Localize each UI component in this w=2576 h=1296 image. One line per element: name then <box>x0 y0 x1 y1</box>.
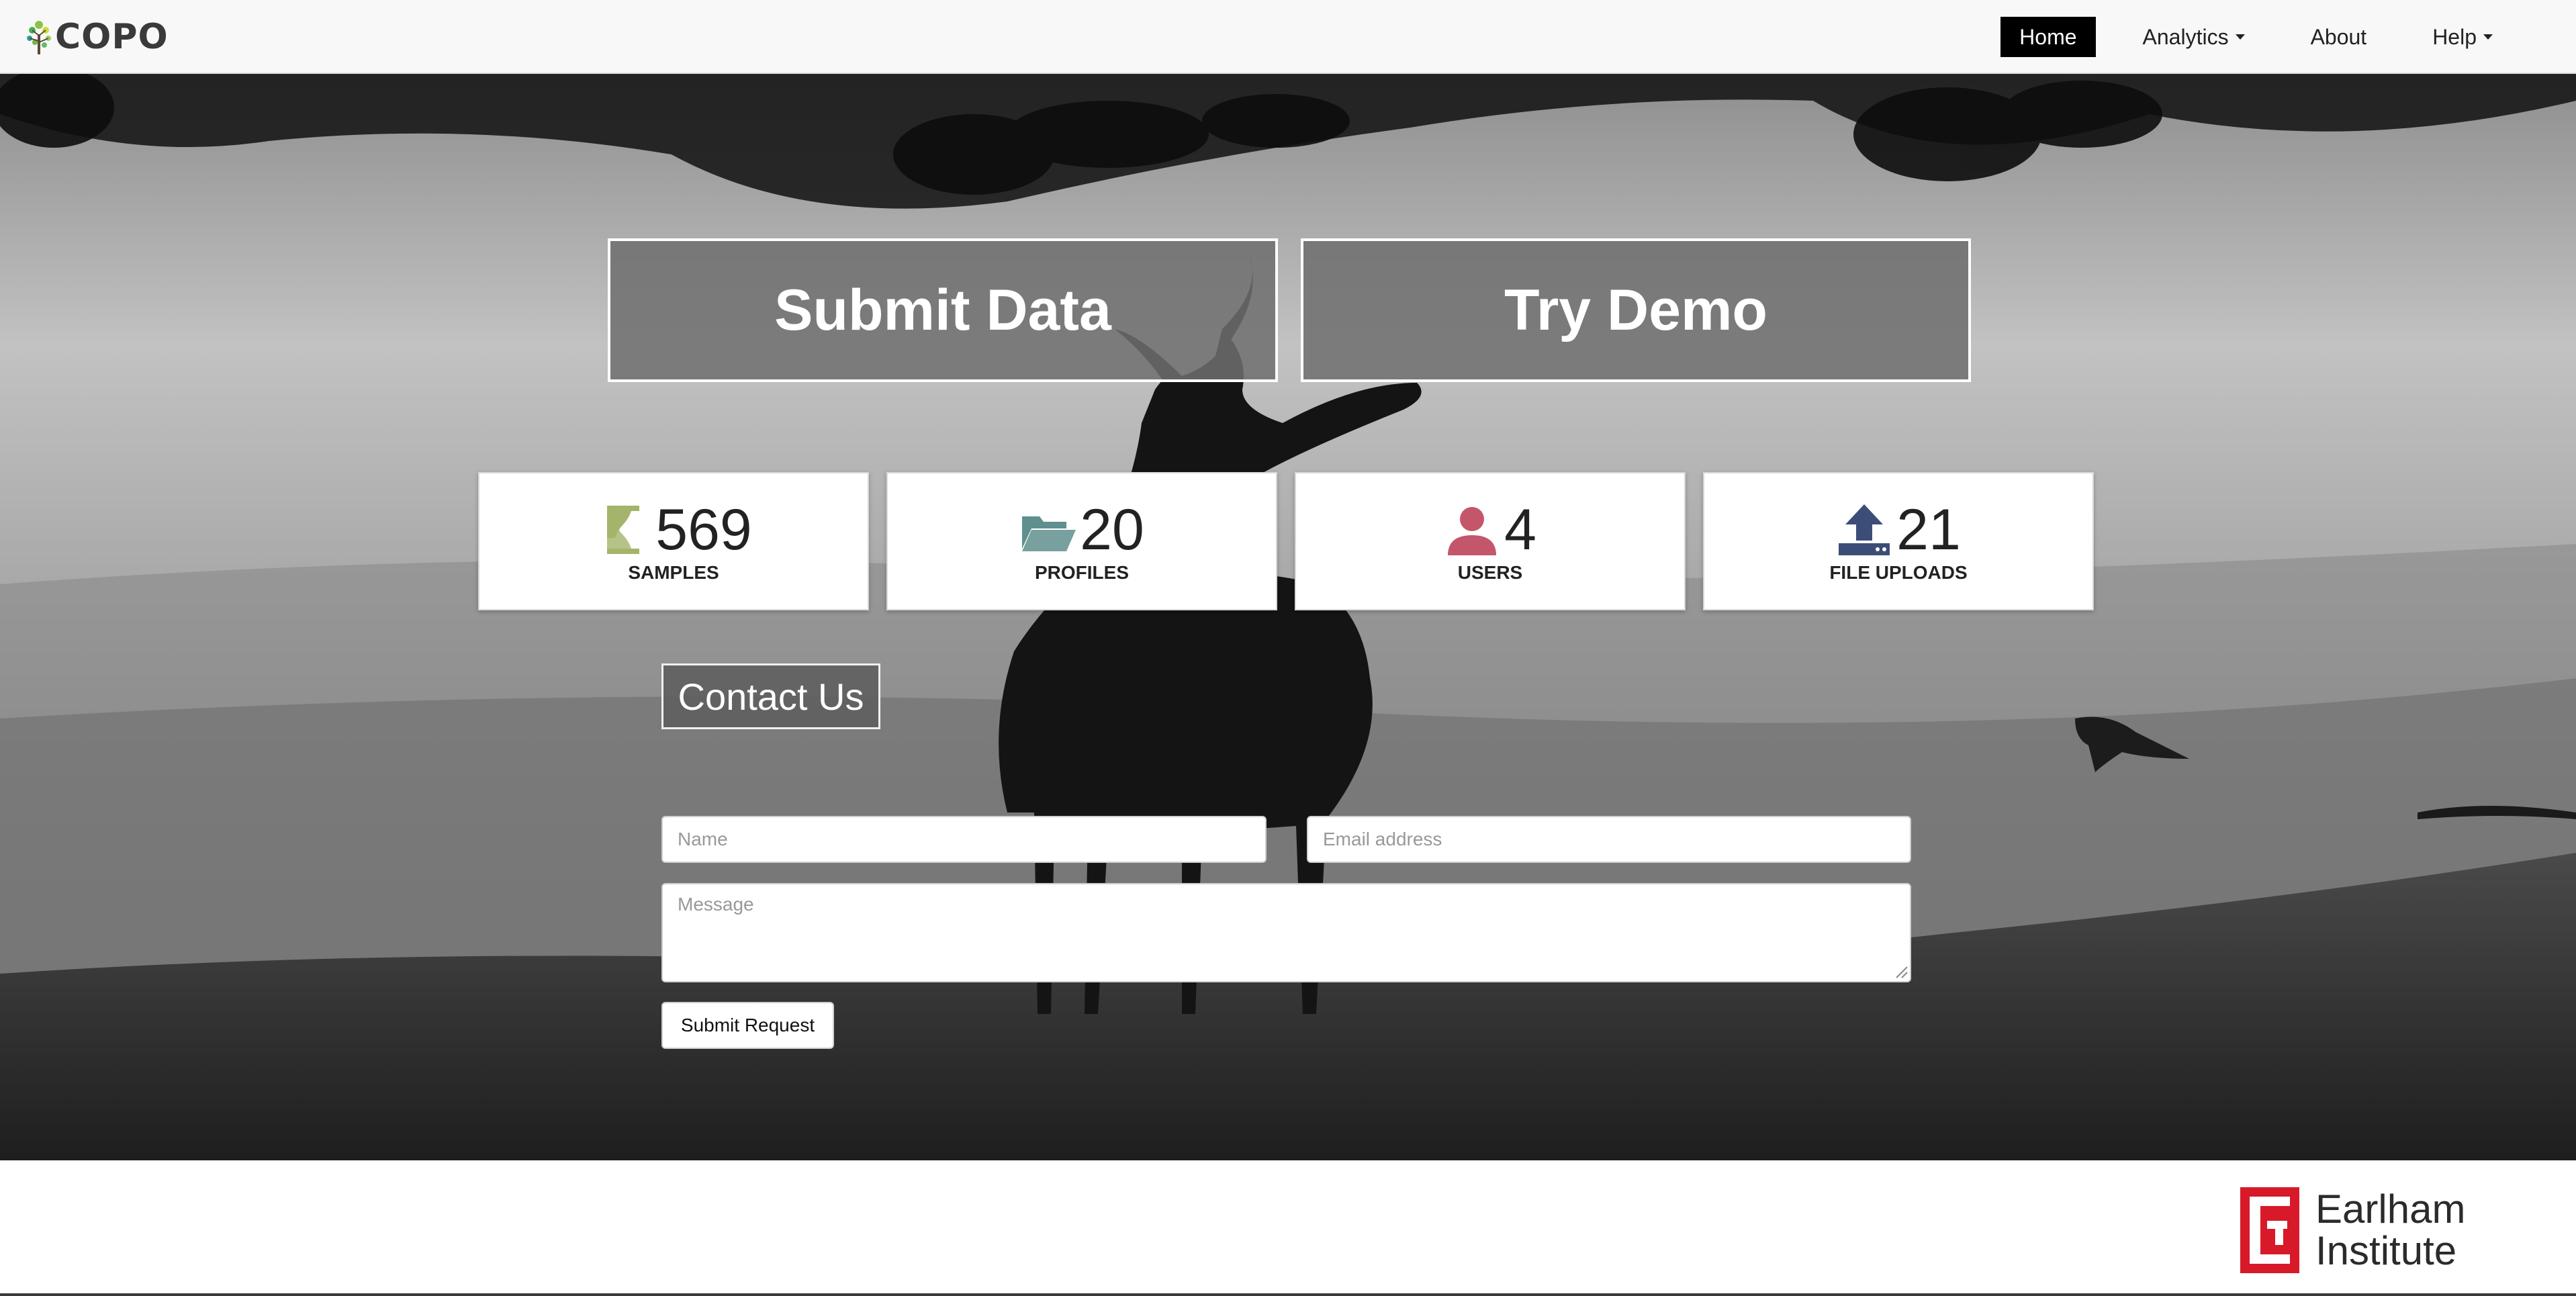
logo-line-2: Institute <box>2315 1228 2457 1273</box>
try-demo-button[interactable]: Try Demo <box>1301 238 1971 382</box>
stat-card-samples: 569 SAMPLES <box>478 472 869 610</box>
tree-logo-icon <box>27 21 51 54</box>
nav-item-label: Help <box>2432 25 2477 49</box>
caret-down-icon <box>2483 34 2493 40</box>
brand-text: COPO <box>55 17 169 57</box>
submit-request-button[interactable]: Submit Request <box>661 1002 834 1049</box>
nav-item-label: About <box>2310 25 2367 49</box>
copo-logo[interactable]: COPO <box>24 15 169 59</box>
top-navbar: COPO Home Analytics About Help <box>0 0 2576 74</box>
nav-menu: Home Analytics About Help <box>2000 17 2576 57</box>
footer-divider <box>0 1293 2576 1296</box>
nav-item-about[interactable]: About <box>2292 17 2386 57</box>
profiles-count: 20 <box>1080 498 1144 562</box>
samples-count: 569 <box>655 498 752 562</box>
uploads-count: 21 <box>1896 498 1961 562</box>
profiles-label: PROFILES <box>1034 562 1129 583</box>
uploads-label: FILE UPLOADS <box>1829 562 1968 583</box>
earlham-institute-logo[interactable]: Earlham Institute <box>2240 1187 2465 1273</box>
nav-item-analytics[interactable]: Analytics <box>2124 17 2264 57</box>
nav-item-home[interactable]: Home <box>2000 17 2096 57</box>
dna-icon <box>607 506 640 554</box>
user-icon <box>1448 507 1497 555</box>
contact-us-heading: Contact Us <box>661 663 880 729</box>
name-field[interactable] <box>661 816 1267 863</box>
earlham-logo-text: Earlham Institute <box>2315 1189 2465 1272</box>
stat-card-users: 4 USERS <box>1295 472 1686 610</box>
users-count: 4 <box>1504 498 1536 562</box>
upload-icon <box>1839 504 1890 555</box>
users-label: USERS <box>1457 562 1523 583</box>
nav-item-label: Analytics <box>2142 25 2229 49</box>
submit-data-button[interactable]: Submit Data <box>608 238 1278 382</box>
stat-card-profiles: 20 PROFILES <box>886 472 1277 610</box>
logo-line-1: Earlham <box>2315 1187 2466 1232</box>
footer: Earlham Institute <box>0 1160 2576 1296</box>
message-field[interactable] <box>661 883 1911 982</box>
nav-item-help[interactable]: Help <box>2413 17 2512 57</box>
earlham-logo-mark-icon <box>2240 1187 2299 1273</box>
email-field[interactable] <box>1307 816 1911 863</box>
resize-grip-icon[interactable] <box>1892 963 1908 979</box>
hero-section: Submit Data Try Demo 569 SAMPLES 20 PROF… <box>0 74 2576 1160</box>
caret-down-icon <box>2235 34 2245 40</box>
nav-item-label: Home <box>2019 25 2077 49</box>
deer-landscape-background <box>0 74 2576 1160</box>
samples-label: SAMPLES <box>628 562 719 583</box>
stat-card-file-uploads: 21 FILE UPLOADS <box>1703 472 2094 610</box>
folder-open-icon <box>1022 516 1076 551</box>
